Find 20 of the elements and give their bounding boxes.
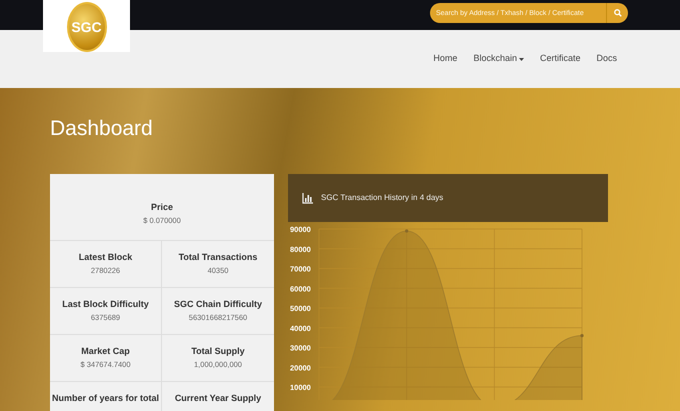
stat-label: Total Transactions	[178, 251, 258, 264]
stat-label: SGC Chain Difficulty	[172, 298, 263, 312]
data-point	[580, 334, 584, 338]
stat-label: Latest Block	[78, 251, 134, 264]
nav-link[interactable]: Home	[425, 52, 466, 66]
stat-label: Market Cap	[80, 345, 131, 358]
nav-link[interactable]: Docs	[588, 52, 625, 66]
stat-label: Last Block Difficulty	[61, 298, 150, 312]
nav-link[interactable]: Certificate	[532, 52, 588, 66]
search-icon	[614, 9, 622, 17]
stat-label: Price	[150, 201, 174, 214]
chart-title: SGC Transaction History in 4 days	[321, 192, 444, 204]
stat-label: Total Supply	[190, 345, 246, 358]
search-button[interactable]	[606, 3, 628, 23]
data-point	[405, 230, 408, 233]
stat-label: Current Year Supply	[174, 392, 262, 406]
page-title: Dashboard	[50, 116, 154, 142]
bar-chart-icon	[302, 192, 313, 204]
stat-label: Number of years for total	[50, 392, 160, 406]
nav-link[interactable]: Blockchain	[465, 52, 532, 66]
